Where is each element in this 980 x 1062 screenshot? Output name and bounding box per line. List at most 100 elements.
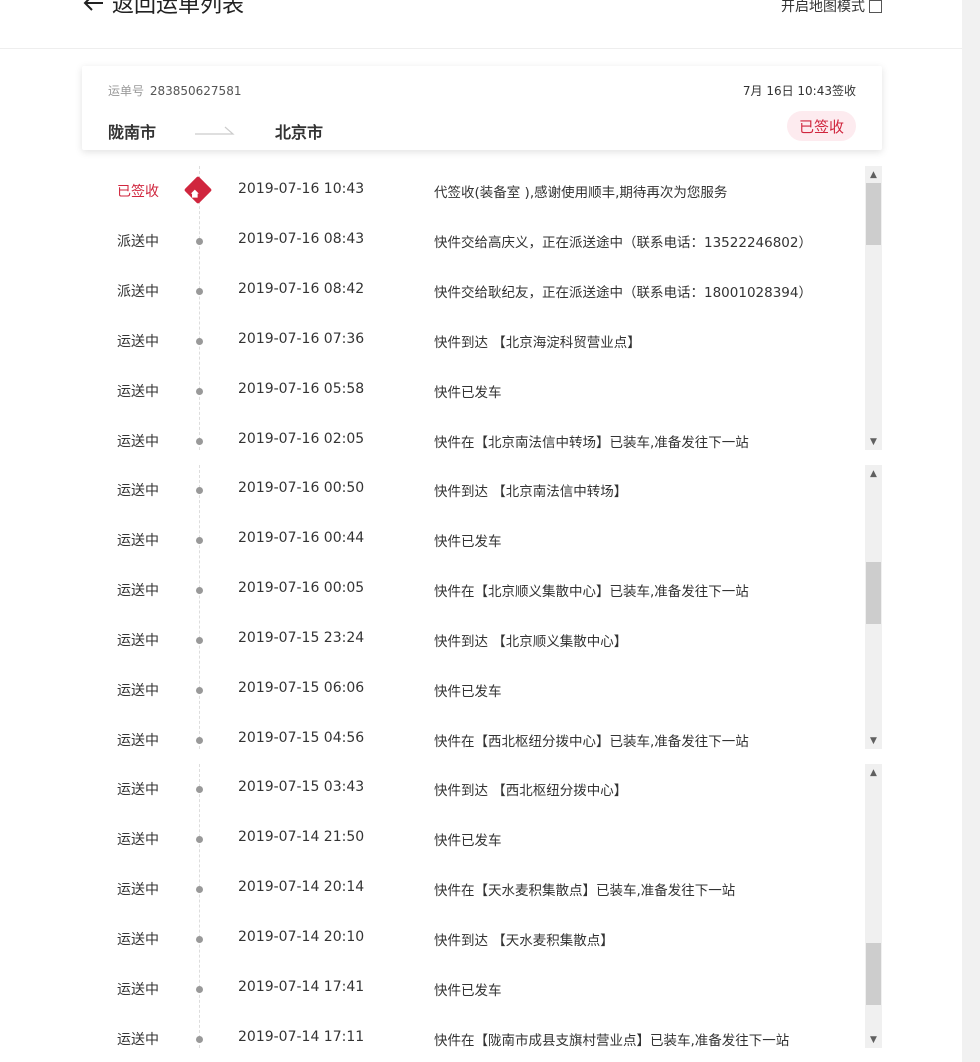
page-scrollbar[interactable] xyxy=(962,0,980,1062)
scroll-thumb[interactable] xyxy=(866,943,881,1005)
event-status: 运送中 xyxy=(117,683,159,699)
tracking-event-row: 运送中 2019-07-16 00:50 快件到达 【北京南法信中转场】 xyxy=(96,465,866,515)
home-icon xyxy=(190,184,200,203)
waybill-number: 运单号 283850627581 xyxy=(108,82,241,99)
timeline-dot xyxy=(196,936,203,943)
tracking-scroll-panel[interactable]: 已签收 2019-07-16 10:43 代签收(装备室 ),感谢使用顺丰,期待再次… xyxy=(96,166,882,450)
event-time: 2019-07-14 20:14 xyxy=(238,879,365,895)
back-to-list-link[interactable]: 返回运单列表 xyxy=(82,0,244,20)
timeline-dot xyxy=(196,637,203,644)
event-description: 快件到达 【北京海淀科贸营业点】 xyxy=(434,335,641,351)
waybill-detail-page: 返回运单列表 开启地图模式 运单号 283850627581 7月 16日 10… xyxy=(0,0,962,1062)
timeline-dot xyxy=(196,587,203,594)
event-status: 运送中 xyxy=(117,483,159,499)
event-status: 运送中 xyxy=(117,982,159,998)
waybill-label: 运单号 xyxy=(108,84,145,98)
tracking-event-row: 运送中 2019-07-14 17:11 快件在【陇南市成县支旗村营业点】已装车,准… xyxy=(96,1014,866,1048)
tracking-scroll-panel[interactable]: 运送中 2019-07-16 00:50 快件到达 【北京南法信中转场】 运送中 201… xyxy=(96,465,882,749)
tracking-event-row: 运送中 2019-07-15 04:56 快件在【西北枢纽分拨中心】已装车,准备发往… xyxy=(96,715,866,749)
event-time: 2019-07-16 00:05 xyxy=(238,580,365,596)
arrow-left-icon xyxy=(82,0,104,12)
event-time: 2019-07-16 05:58 xyxy=(238,381,365,397)
tracking-event-row: 派送中 2019-07-16 08:43 快件交给高庆义，正在派送途中（联系电话：1… xyxy=(96,216,866,266)
timeline-dot xyxy=(196,238,203,245)
event-status: 运送中 xyxy=(117,434,159,450)
tracking-scroll-panel[interactable]: 运送中 2019-07-15 03:43 快件到达 【西北枢纽分拨中心】 运送中 201… xyxy=(96,764,882,1048)
timeline-dot xyxy=(196,687,203,694)
tracking-event-row: 运送中 2019-07-16 02:05 快件在【北京南法信中转场】已装车,准备发往… xyxy=(96,416,866,450)
event-description: 快件到达 【西北枢纽分拨中心】 xyxy=(434,783,628,799)
event-status: 运送中 xyxy=(117,384,159,400)
tracking-event-row: 运送中 2019-07-14 20:10 快件到达 【天水麦积集散点】 xyxy=(96,914,866,964)
event-description: 快件到达 【天水麦积集散点】 xyxy=(434,933,614,949)
event-description: 快件已发车 xyxy=(434,385,502,401)
timeline-dot xyxy=(196,737,203,744)
waybill-summary-card: 运单号 283850627581 7月 16日 10:43签收 陇南市 北京市 … xyxy=(82,66,882,150)
scroll-down-icon[interactable]: ▼ xyxy=(865,1031,882,1048)
tracking-event-row: 运送中 2019-07-14 20:14 快件在【天水麦积集散点】已装车,准备发往下… xyxy=(96,864,866,914)
event-description: 快件已发车 xyxy=(434,684,502,700)
event-description: 快件已发车 xyxy=(434,534,502,550)
event-description: 快件已发车 xyxy=(434,983,502,999)
event-time: 2019-07-14 17:41 xyxy=(238,979,365,995)
scroll-down-icon[interactable]: ▼ xyxy=(865,433,882,450)
signed-marker xyxy=(183,175,213,205)
timeline-dot xyxy=(196,288,203,295)
event-time: 2019-07-15 23:24 xyxy=(238,630,365,646)
panel-scrollbar[interactable]: ▲ ▼ xyxy=(865,465,882,749)
timeline-dot xyxy=(196,836,203,843)
scroll-down-icon[interactable]: ▼ xyxy=(865,732,882,749)
event-time: 2019-07-16 10:43 xyxy=(238,181,365,197)
status-badge: 已签收 xyxy=(787,111,856,141)
event-time: 2019-07-14 17:11 xyxy=(238,1029,365,1045)
event-description: 代签收(装备室 ),感谢使用顺丰,期待再次为您服务 xyxy=(434,185,728,201)
tracking-event-row: 运送中 2019-07-14 17:41 快件已发车 xyxy=(96,964,866,1014)
timeline-dot xyxy=(196,886,203,893)
scroll-thumb[interactable] xyxy=(866,562,881,624)
scroll-up-icon[interactable]: ▲ xyxy=(865,166,882,183)
event-time: 2019-07-14 20:10 xyxy=(238,929,365,945)
tracking-event-row: 运送中 2019-07-15 06:06 快件已发车 xyxy=(96,665,866,715)
event-description: 快件交给耿纪友，正在派送途中（联系电话：18001028394） xyxy=(434,285,812,301)
timeline-dot xyxy=(196,438,203,445)
tracking-event-row: 运送中 2019-07-15 03:43 快件到达 【西北枢纽分拨中心】 xyxy=(96,764,866,814)
scroll-up-icon[interactable]: ▲ xyxy=(865,465,882,482)
event-description: 快件在【陇南市成县支旗村营业点】已装车,准备发往下一站 xyxy=(434,1033,790,1048)
tracking-event-row: 运送中 2019-07-14 21:50 快件已发车 xyxy=(96,814,866,864)
tracking-event-row: 运送中 2019-07-16 07:36 快件到达 【北京海淀科贸营业点】 xyxy=(96,316,866,366)
event-description: 快件已发车 xyxy=(434,833,502,849)
timeline-dot xyxy=(196,487,203,494)
top-bar: 返回运单列表 开启地图模式 xyxy=(0,0,962,49)
waybill-number-value: 283850627581 xyxy=(149,84,242,98)
timeline-dot xyxy=(196,338,203,345)
event-status: 运送中 xyxy=(117,782,159,798)
event-description: 快件到达 【北京南法信中转场】 xyxy=(434,484,628,500)
event-status: 运送中 xyxy=(117,334,159,350)
timeline-dot xyxy=(196,1036,203,1043)
tracking-event-row: 已签收 2019-07-16 10:43 代签收(装备室 ),感谢使用顺丰,期待再次… xyxy=(96,166,866,216)
tracking-event-row: 运送中 2019-07-16 05:58 快件已发车 xyxy=(96,366,866,416)
event-time: 2019-07-15 03:43 xyxy=(238,779,365,795)
event-description: 快件在【北京顺义集散中心】已装车,准备发往下一站 xyxy=(434,584,749,600)
route-arrow-icon xyxy=(195,121,237,140)
event-time: 2019-07-16 07:36 xyxy=(238,331,365,347)
event-status: 运送中 xyxy=(117,733,159,749)
event-status: 运送中 xyxy=(117,1032,159,1048)
tracking-event-row: 运送中 2019-07-16 00:05 快件在【北京顺义集散中心】已装车,准备发往… xyxy=(96,565,866,615)
timeline-dot xyxy=(196,388,203,395)
map-mode-toggle[interactable]: 开启地图模式 xyxy=(781,0,882,16)
event-time: 2019-07-16 00:50 xyxy=(238,480,365,496)
event-status: 运送中 xyxy=(117,932,159,948)
scroll-thumb[interactable] xyxy=(866,183,881,245)
timeline-dot xyxy=(196,786,203,793)
panel-scrollbar[interactable]: ▲ ▼ xyxy=(865,166,882,450)
event-description: 快件在【天水麦积集散点】已装车,准备发往下一站 xyxy=(434,883,736,899)
timeline-dot xyxy=(196,986,203,993)
map-mode-checkbox[interactable] xyxy=(869,0,882,13)
back-label: 返回运单列表 xyxy=(112,0,245,18)
event-description: 快件到达 【北京顺义集散中心】 xyxy=(434,634,628,650)
scroll-up-icon[interactable]: ▲ xyxy=(865,764,882,781)
event-description: 快件在【西北枢纽分拨中心】已装车,准备发往下一站 xyxy=(434,734,749,749)
panel-scrollbar[interactable]: ▲ ▼ xyxy=(865,764,882,1048)
event-status: 运送中 xyxy=(117,832,159,848)
